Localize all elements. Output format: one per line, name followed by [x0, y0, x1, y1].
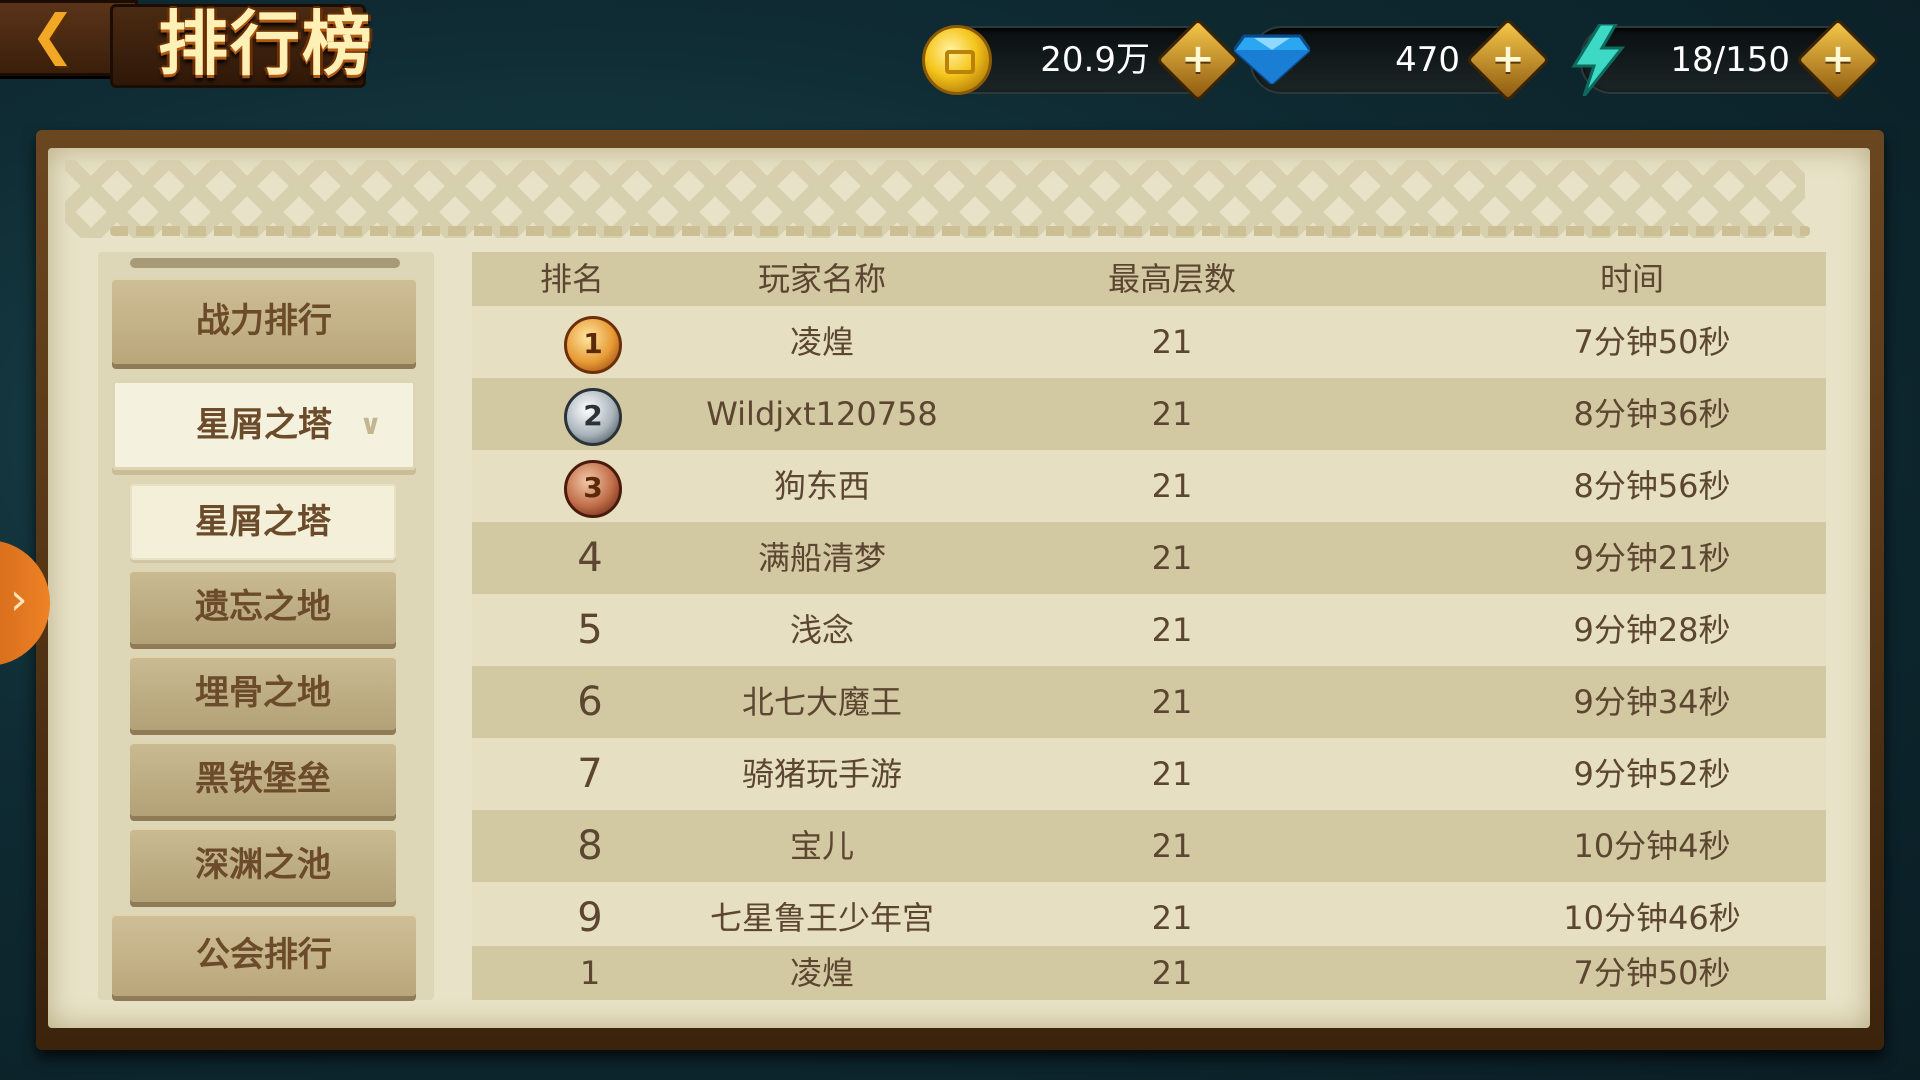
- header-rank: 排名: [539, 260, 604, 298]
- clear-time: 7分钟50秒: [1573, 954, 1731, 992]
- player-name: 凌煌: [789, 323, 854, 361]
- my-rank-row[interactable]: 1 凌煌 21 7分钟50秒: [472, 946, 1826, 1000]
- table-row[interactable]: 6 北七大魔王 21 9分钟34秒: [472, 666, 1826, 738]
- clear-time: 9分钟52秒: [1573, 755, 1731, 793]
- chevron-left-icon: ❮: [30, 3, 76, 66]
- energy-resource: 18/150 +: [1571, 17, 1881, 103]
- lightning-icon: [1571, 24, 1626, 96]
- tab-power-rank[interactable]: 战力排行: [112, 278, 416, 364]
- max-floor: 21: [1151, 899, 1193, 937]
- player-name: 满船清梦: [757, 539, 886, 577]
- clear-time: 9分钟28秒: [1573, 611, 1731, 649]
- max-floor: 21: [1151, 611, 1193, 649]
- leaderboard-table: 排名 玩家名称 最高层数 时间 1 凌煌 21 7分钟50秒 2 Wildjxt…: [472, 252, 1826, 1000]
- header-max-floor: 最高层数: [1107, 260, 1236, 298]
- clear-time: 8分钟56秒: [1573, 467, 1731, 505]
- tab-label: 星屑之塔: [196, 405, 332, 445]
- rank-number: 9: [577, 895, 603, 941]
- subtab-label: 深渊之池: [195, 845, 331, 885]
- table-row[interactable]: 9 七星鲁王少年宫 21 10分钟46秒: [472, 882, 1826, 954]
- gold-coin-icon: [922, 25, 992, 95]
- decoration-border: [110, 226, 1810, 236]
- diamond-value: 470: [1395, 40, 1460, 80]
- plus-icon: +: [1821, 36, 1855, 82]
- tab-label: 公会排行: [196, 935, 332, 975]
- plus-icon: +: [1181, 36, 1215, 82]
- table-row[interactable]: 2 Wildjxt120758 21 8分钟36秒: [472, 378, 1826, 450]
- gold-resource: 20.9万 +: [922, 17, 1241, 103]
- subtab-label: 黑铁堡垒: [195, 759, 331, 799]
- subtab-black-iron-fortress[interactable]: 黑铁堡垒: [130, 742, 396, 816]
- tab-tower-group[interactable]: 星屑之塔 ∨: [112, 380, 416, 470]
- silver-medal-icon: 2: [564, 388, 622, 446]
- rank-number: 6: [577, 679, 603, 725]
- sidebar-scroll-indicator: [130, 258, 400, 268]
- player-name: 七星鲁王少年宫: [709, 899, 934, 937]
- plus-icon: +: [1491, 36, 1525, 82]
- max-floor: 21: [1151, 755, 1193, 793]
- player-name: 骑猪玩手游: [741, 755, 902, 793]
- player-name: 狗东西: [773, 467, 870, 505]
- player-name: Wildjxt120758: [706, 395, 938, 433]
- table-row[interactable]: 3 狗东西 21 8分钟56秒: [472, 450, 1826, 522]
- table-row[interactable]: 1 凌煌 21 7分钟50秒: [472, 306, 1826, 378]
- page-title: 排行榜: [158, 3, 374, 85]
- max-floor: 21: [1151, 467, 1193, 505]
- rank-number: 4: [577, 535, 603, 581]
- diamond-resource: 470 +: [1234, 17, 1551, 103]
- rank-number: 1: [579, 954, 601, 992]
- diamond-icon: [1234, 34, 1310, 84]
- table-row[interactable]: 4 满船清梦 21 9分钟21秒: [472, 522, 1826, 594]
- max-floor: 21: [1151, 539, 1193, 577]
- add-diamond-button[interactable]: +: [1465, 17, 1551, 103]
- clear-time: 8分钟36秒: [1573, 395, 1731, 433]
- max-floor: 21: [1151, 323, 1193, 361]
- tab-label: 战力排行: [196, 301, 332, 341]
- player-name: 宝儿: [789, 827, 854, 865]
- subtab-label: 埋骨之地: [195, 673, 331, 713]
- rank-number: 8: [577, 823, 603, 869]
- clear-time: 7分钟50秒: [1573, 323, 1731, 361]
- clear-time: 10分钟46秒: [1563, 899, 1741, 937]
- subtab-label: 星屑之塔: [195, 502, 331, 542]
- max-floor: 21: [1151, 954, 1193, 992]
- table-row[interactable]: 7 骑猪玩手游 21 9分钟52秒: [472, 738, 1826, 810]
- table-row[interactable]: 5 浅念 21 9分钟28秒: [472, 594, 1826, 666]
- bronze-medal-icon: 3: [564, 460, 622, 518]
- subtab-forgotten-land[interactable]: 遗忘之地: [130, 570, 396, 644]
- subtab-label: 遗忘之地: [195, 587, 331, 627]
- header-time: 时间: [1599, 260, 1664, 298]
- player-name: 北七大魔王: [741, 683, 902, 721]
- tab-guild-rank[interactable]: 公会排行: [112, 914, 416, 996]
- player-name: 凌煌: [789, 954, 854, 992]
- table-row[interactable]: 8 宝儿 21 10分钟4秒: [472, 810, 1826, 882]
- add-gold-button[interactable]: +: [1155, 17, 1241, 103]
- chevron-down-icon: ∨: [359, 408, 382, 441]
- add-energy-button[interactable]: +: [1795, 17, 1881, 103]
- max-floor: 21: [1151, 395, 1193, 433]
- clear-time: 10分钟4秒: [1573, 827, 1731, 865]
- gold-value: 20.9万: [1040, 40, 1150, 80]
- player-name: 浅念: [789, 611, 854, 649]
- energy-value: 18/150: [1670, 40, 1790, 80]
- subtab-abyss-pool[interactable]: 深渊之池: [130, 828, 396, 902]
- header-player-name: 玩家名称: [757, 260, 886, 298]
- clear-time: 9分钟34秒: [1573, 683, 1731, 721]
- subtab-stardust-tower[interactable]: 星屑之塔: [130, 484, 396, 560]
- rank-number: 7: [577, 751, 603, 797]
- max-floor: 21: [1151, 827, 1193, 865]
- gold-medal-icon: 1: [564, 316, 622, 374]
- chevron-right-icon: ›: [10, 574, 28, 625]
- subtab-bone-land[interactable]: 埋骨之地: [130, 656, 396, 730]
- max-floor: 21: [1151, 683, 1193, 721]
- rank-number: 5: [577, 607, 603, 653]
- clear-time: 9分钟21秒: [1573, 539, 1731, 577]
